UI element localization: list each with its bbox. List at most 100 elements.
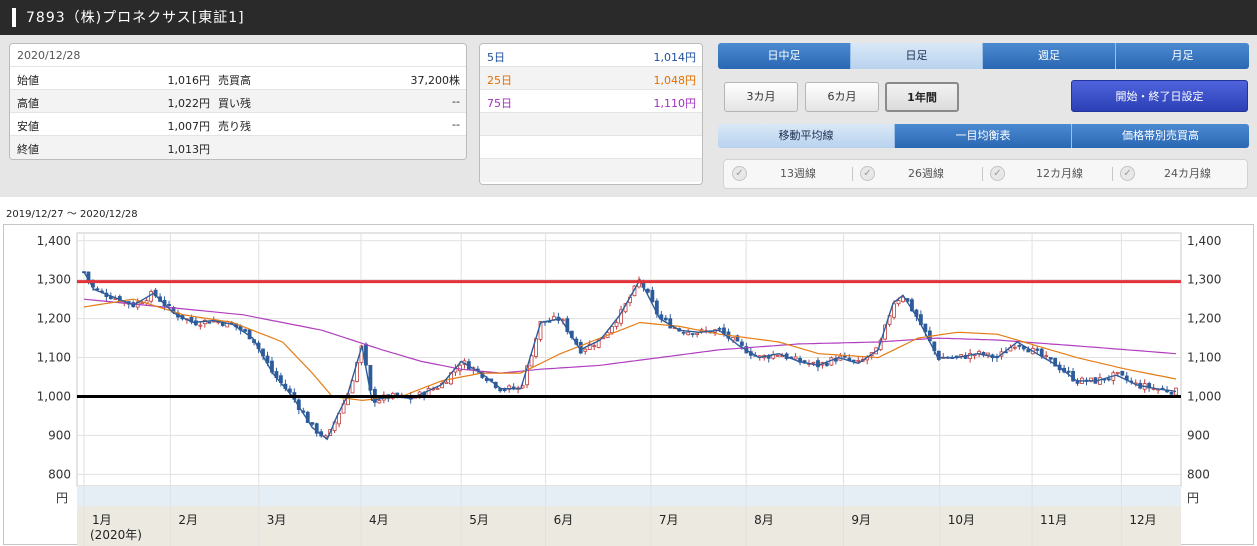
candle-body [1120, 370, 1125, 376]
candle-body [95, 288, 100, 291]
candle-body [1012, 346, 1017, 349]
y-tick-label-right: 1,400 [1187, 234, 1221, 248]
ma-row-empty [480, 159, 702, 182]
check-icon: ✓ [860, 166, 875, 181]
y-unit-right: 円 [1187, 491, 1199, 505]
y-tick-label-left: 1,100 [37, 351, 71, 365]
period-label: 2019/12/27 〜 2020/12/28 [6, 209, 138, 220]
check-12m[interactable]: ✓ 12カ月線 [990, 163, 1110, 185]
quote-label2: 売り残 [218, 120, 251, 133]
candle-body [1098, 377, 1102, 385]
candle-body [207, 321, 212, 324]
candle-body [686, 331, 691, 336]
check-13w[interactable]: ✓ 13週線 [732, 163, 852, 185]
quote-value2: -- [452, 95, 460, 108]
quote-row: 始値 1,016円 売買高 37,200株 [10, 67, 466, 90]
candle-body [856, 359, 861, 362]
tab-moving-average[interactable]: 移動平均線 [718, 124, 895, 148]
quote-value: 1,022円 [167, 97, 211, 110]
quote-row: 安値 1,007円 売り残 -- [10, 113, 466, 136]
candle-body [377, 400, 382, 404]
candle-body [167, 303, 171, 306]
candle-body [663, 317, 668, 321]
quote-label: 安値 [17, 120, 39, 133]
month-label: 9月 [851, 513, 871, 527]
month-label: 12月 [1129, 513, 1156, 527]
quote-label: 終値 [17, 143, 39, 156]
candle-body [243, 329, 248, 332]
tab-daily[interactable]: 日足 [851, 43, 983, 69]
candle-body [681, 331, 686, 334]
month-label: 7月 [659, 513, 679, 527]
y-tick-label-right: 1,000 [1187, 389, 1221, 403]
candle-body [811, 361, 816, 364]
month-label: 10月 [948, 513, 975, 527]
candle-body [851, 359, 856, 362]
ma-row-empty [480, 113, 702, 136]
candle-body [1066, 370, 1071, 373]
tab-intraday[interactable]: 日中足 [718, 43, 851, 69]
tab-ichimoku[interactable]: 一目均衡表 [895, 124, 1072, 148]
candle-body [825, 362, 829, 366]
check-label: 12カ月線 [1036, 167, 1083, 180]
ma-label: 75日 [487, 97, 512, 110]
candle-body [1106, 378, 1111, 381]
candle-body [775, 354, 780, 357]
y-tick-label-left: 1,300 [37, 273, 71, 287]
range-6m-button[interactable]: 6カ月 [805, 82, 879, 112]
quote-box: 2020/12/28 始値 1,016円 売買高 37,200株 高値 1,02… [9, 43, 467, 160]
tab-monthly[interactable]: 月足 [1116, 43, 1249, 69]
ma-row: 75日 1,110円 [480, 90, 702, 113]
check-26w[interactable]: ✓ 26週線 [860, 163, 980, 185]
range-1y-button[interactable]: 1年間 [885, 82, 959, 112]
month-label: 1月 [92, 513, 112, 527]
candle-body [959, 354, 964, 357]
month-label: 6月 [554, 513, 574, 527]
price-chart: 800 800 900 900 1,000 1,000 1,100 1,100 1,200 1,2… [37, 232, 1221, 546]
month-label: 8月 [754, 513, 774, 527]
y-tick-label-left: 1,400 [37, 234, 71, 248]
divider [982, 167, 983, 181]
candle-body [592, 345, 597, 347]
ma-row-empty [480, 136, 702, 159]
check-24m[interactable]: ✓ 24カ月線 [1120, 163, 1240, 185]
month-label: 2月 [178, 513, 198, 527]
month-label: 5月 [469, 513, 489, 527]
divider [1112, 167, 1113, 181]
date-setting-button[interactable]: 開始・終了日設定 [1071, 80, 1248, 112]
check-icon: ✓ [732, 166, 747, 181]
title-marker [12, 8, 16, 27]
candle-body [444, 381, 449, 384]
tab-volume-by-price[interactable]: 価格帯別売買高 [1072, 124, 1249, 148]
candle-body [793, 356, 798, 360]
candle-body [986, 352, 990, 356]
candle-body [717, 327, 722, 330]
y-tick-label-right: 1,300 [1187, 273, 1221, 287]
month-label: 11月 [1040, 513, 1067, 527]
candle-body [668, 318, 673, 329]
y-tick-label-left: 1,200 [37, 312, 71, 326]
candle-body [650, 289, 655, 303]
stock-title: 7893（株)プロネクサス[東証1] [26, 10, 245, 26]
check-icon: ✓ [990, 166, 1005, 181]
ma-value: 1,110円 [653, 97, 697, 110]
month-band [77, 506, 1181, 546]
quote-label2: 買い残 [218, 97, 251, 110]
quote-row: 終値 1,013円 [10, 136, 466, 159]
y-tick-label-right: 900 [1187, 428, 1210, 442]
y-tick-label-left: 900 [48, 428, 71, 442]
check-label: 26週線 [908, 167, 944, 180]
ma-row: 25日 1,048円 [480, 67, 702, 90]
range-3m-button[interactable]: 3カ月 [724, 82, 798, 112]
candle-body [695, 332, 700, 335]
candle-body [1048, 357, 1053, 360]
year-label: (2020年) [90, 528, 142, 542]
candle-body [1035, 348, 1040, 351]
month-label: 4月 [369, 513, 389, 527]
candle-body [1169, 392, 1174, 395]
tab-weekly[interactable]: 週足 [983, 43, 1116, 69]
candle-body [1089, 377, 1093, 381]
candle-body [739, 341, 744, 346]
month-label: 3月 [267, 513, 287, 527]
y-tick-label-left: 800 [48, 467, 71, 481]
